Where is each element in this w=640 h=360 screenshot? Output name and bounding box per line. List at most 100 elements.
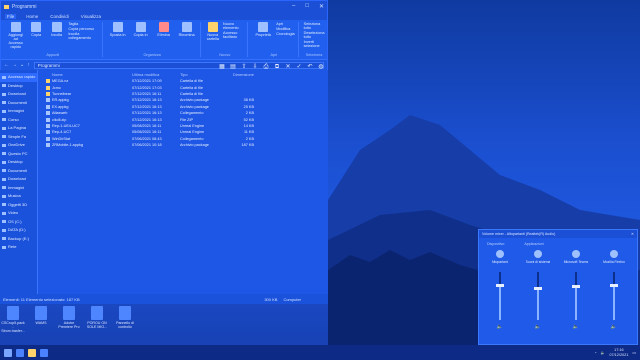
volume-slider[interactable] <box>534 272 542 320</box>
nav-item[interactable]: La Pagina <box>0 124 37 133</box>
search-icon[interactable] <box>16 348 24 357</box>
minimize-button[interactable]: – <box>292 3 295 10</box>
nav-item[interactable]: Oggetti 3D <box>0 201 37 210</box>
pin-quick-access-button[interactable]: Aggiungi ad Accesso rapido <box>7 22 24 49</box>
nav-item[interactable]: Documenti <box>0 167 37 176</box>
nav-item[interactable]: Desktop <box>0 82 37 91</box>
tab-view[interactable]: Visualizza <box>79 14 103 19</box>
group-open: Proprietà Apri Modifica Cronologia Apri <box>250 22 299 57</box>
new-folder-button[interactable]: Nuova cartella <box>206 22 220 41</box>
nav-item[interactable]: Desktop <box>0 158 37 167</box>
notifications-icon[interactable]: ▭ <box>632 350 636 355</box>
nav-item[interactable]: Accesso rapido <box>0 73 37 82</box>
desktop-shortcut[interactable]: Adobe Premiere Pro <box>58 306 80 333</box>
slider-thumb[interactable] <box>534 287 542 291</box>
column-type[interactable]: Tipo <box>180 72 224 77</box>
tab-share[interactable]: Condividi <box>48 14 71 19</box>
channel-name: Mozilla Firefox <box>603 260 625 264</box>
history-button[interactable]: Cronologia <box>276 32 294 36</box>
forward-arrow-icon[interactable]: → <box>12 62 17 68</box>
nav-item[interactable]: Backup (E:) <box>0 235 37 244</box>
cut-button[interactable]: Taglia <box>68 22 98 26</box>
copy-label: Copia <box>31 33 42 37</box>
maximize-button[interactable]: □ <box>305 3 309 10</box>
browser-icon[interactable] <box>40 348 48 357</box>
volume-mixer-window: Volume mixer - Altoparlanti (Realtek(R) … <box>478 229 638 345</box>
nav-item[interactable]: Rete <box>0 243 37 252</box>
nav-item[interactable]: Simple Fa <box>0 133 37 142</box>
file-row[interactable]: ZRMobile-1.appkg 07/06/2021 10:18 Archivio… <box>38 142 328 148</box>
column-size[interactable]: Dimensione <box>224 72 254 77</box>
file-date: 07/12/2021 16:13 <box>132 104 162 109</box>
tab-home[interactable]: Home <box>24 14 40 19</box>
nav-item[interactable]: Immagini <box>0 184 37 193</box>
folder-icon <box>4 4 9 9</box>
paste-shortcut-button[interactable]: Incolla collegamento <box>68 32 98 40</box>
nav-item[interactable]: Download <box>0 175 37 184</box>
shortcut-icon <box>119 306 131 320</box>
nav-item[interactable]: Download <box>0 90 37 99</box>
desktop-shortcut[interactable]: POROU ON SOLE MIO... <box>86 306 108 333</box>
nav-item[interactable]: Questo PC <box>0 150 37 159</box>
rename-label: Rinomina <box>178 33 195 37</box>
invert-selection-button[interactable]: Inverti selezione <box>304 40 325 48</box>
nav-item[interactable]: Corso <box>0 116 37 125</box>
paste-button[interactable]: Incolla <box>48 22 65 37</box>
slider-thumb[interactable] <box>496 283 504 287</box>
nav-item[interactable]: OneDrive <box>0 141 37 150</box>
nav-item[interactable]: DATA (D:) <box>0 226 37 235</box>
slider-thumb[interactable] <box>610 283 618 287</box>
delete-icon <box>158 22 169 32</box>
copy-button[interactable]: Copia <box>27 22 44 37</box>
copy-to-button[interactable]: Copia in <box>131 22 151 37</box>
navigation-pane: Accesso rapido Desktop Download Documenti Im… <box>0 70 38 294</box>
edit-button[interactable]: Modifica <box>276 27 294 31</box>
desktop-shortcut[interactable]: CSCrop5.pack - Strum.trasfer... <box>1 306 25 333</box>
file-type: Archivio package <box>180 143 209 148</box>
select-all-button[interactable]: Seleziona tutto <box>304 22 325 30</box>
nav-item[interactable]: Documenti <box>0 99 37 108</box>
file-type: Cartella di file <box>180 85 204 90</box>
close-button[interactable]: ✕ <box>319 3 324 10</box>
slider-thumb[interactable] <box>572 284 580 288</box>
desktop-shortcut[interactable]: WAMS <box>30 306 52 333</box>
rename-button[interactable]: Rinomina <box>177 22 197 37</box>
volume-slider[interactable] <box>610 272 618 320</box>
volume-slider[interactable] <box>572 272 580 320</box>
column-name[interactable]: Nome <box>52 72 132 77</box>
nav-item[interactable]: Video <box>0 209 37 218</box>
network-icon[interactable]: ◔ <box>594 351 596 355</box>
slider-fill <box>613 285 615 320</box>
desktop-shortcut[interactable]: Pannello di controllo <box>114 306 136 333</box>
nav-item[interactable]: OS (C:) <box>0 218 37 227</box>
clock[interactable]: 17:16 07/12/2021 <box>609 348 628 357</box>
up-arrow-icon[interactable]: ↑ <box>27 62 30 68</box>
delete-button[interactable]: Elimina <box>154 22 174 37</box>
file-icon <box>46 98 50 103</box>
file-type: Collegamento <box>180 111 204 116</box>
volume-slider[interactable] <box>496 272 504 320</box>
nav-item[interactable]: Musica <box>0 192 37 201</box>
new-item-button[interactable]: Nuovo elemento <box>223 22 244 30</box>
copy-path-button[interactable]: Copia percorso <box>68 27 98 31</box>
move-to-button[interactable]: Sposta in <box>108 22 128 37</box>
file-explorer-icon[interactable] <box>28 348 36 357</box>
close-icon[interactable]: ✕ <box>631 230 634 238</box>
speaker-icon[interactable]: 🔈 <box>573 324 579 330</box>
back-arrow-icon[interactable]: ← <box>4 62 9 68</box>
file-size: 11 KB <box>243 130 254 135</box>
select-none-button[interactable]: Deseleziona tutto <box>304 31 325 39</box>
speaker-icon[interactable]: 🔈 <box>535 324 541 330</box>
open-button[interactable]: Apri <box>276 22 294 26</box>
start-icon[interactable] <box>4 348 12 357</box>
chevron-down-icon[interactable]: ⌄ <box>20 62 24 68</box>
speaker-icon[interactable]: 🔈 <box>601 350 606 355</box>
file-icon <box>46 136 50 141</box>
nav-item[interactable]: Immagini <box>0 107 37 116</box>
properties-button[interactable]: Proprietà <box>253 22 273 37</box>
tab-file[interactable]: File <box>5 13 17 19</box>
easy-access-button[interactable]: Accesso facilitato <box>223 31 244 39</box>
column-date[interactable]: Ultima modifica <box>132 72 180 77</box>
speaker-icon[interactable]: 🔈 <box>611 324 617 330</box>
speaker-icon[interactable]: 🔈 <box>497 324 503 330</box>
